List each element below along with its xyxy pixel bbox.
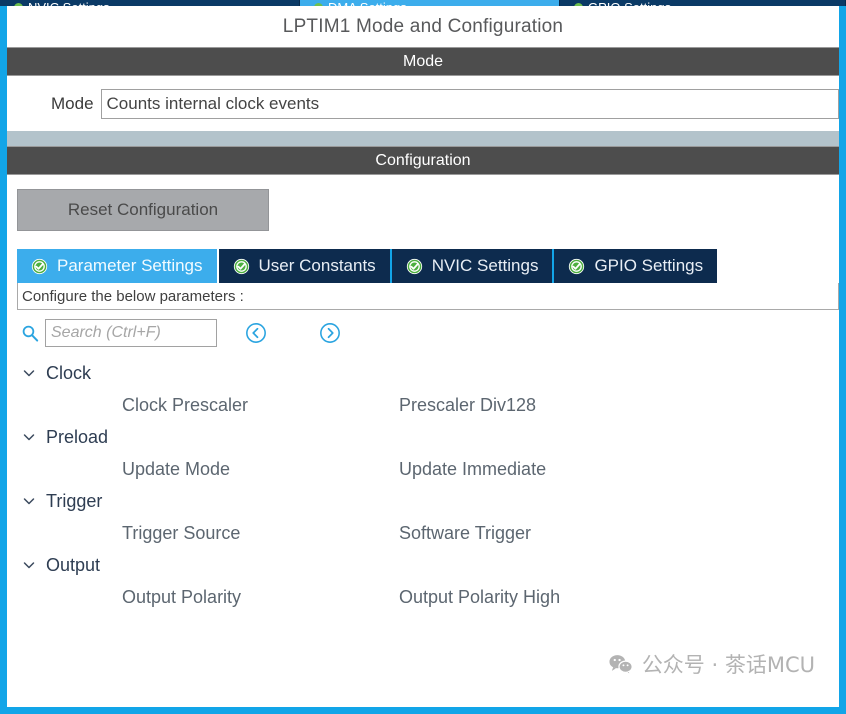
tab-label: Parameter Settings bbox=[57, 256, 203, 275]
parameter-value[interactable]: Software Trigger bbox=[399, 523, 839, 544]
watermark: 公众号 · 茶话MCU bbox=[608, 649, 815, 679]
mode-field-label: Mode bbox=[51, 94, 94, 113]
configuration-section-header: Configuration bbox=[7, 146, 839, 175]
mode-select[interactable]: Counts internal clock events bbox=[100, 89, 839, 119]
parameter-value[interactable]: Output Polarity High bbox=[399, 587, 839, 608]
tree-group-label: Preload bbox=[46, 426, 109, 447]
green-check-icon bbox=[233, 258, 249, 274]
section-divider-band bbox=[7, 131, 839, 146]
chevron-down-icon[interactable] bbox=[21, 557, 37, 573]
green-check-icon bbox=[31, 258, 48, 274]
search-icon[interactable] bbox=[21, 324, 39, 342]
tree-group-clock[interactable]: Clock bbox=[21, 357, 839, 389]
parameter-name: Output Polarity bbox=[122, 586, 242, 607]
mode-row: Mode Counts internal clock events bbox=[7, 89, 839, 119]
parameter-search-row bbox=[7, 310, 839, 353]
mode-section-header: Mode bbox=[7, 47, 839, 76]
search-input[interactable] bbox=[45, 319, 217, 347]
configuration-tabs: Parameter Settings User Constants NVIC S… bbox=[17, 249, 839, 283]
tab-nvic-settings[interactable]: NVIC Settings bbox=[391, 249, 555, 283]
chevron-down-icon[interactable] bbox=[21, 365, 37, 381]
tree-group-label: Trigger bbox=[46, 490, 103, 511]
chevron-down-icon[interactable] bbox=[21, 493, 37, 509]
table-row[interactable]: Clock Prescaler Prescaler Div128 bbox=[21, 389, 839, 421]
mode-section-body: Mode Counts internal clock events bbox=[7, 76, 839, 131]
table-row[interactable]: Update Mode Update Immediate bbox=[21, 453, 839, 485]
tab-label: User Constants bbox=[258, 256, 376, 275]
previous-match-icon[interactable] bbox=[245, 322, 267, 344]
parameter-name: Clock Prescaler bbox=[122, 394, 249, 415]
reset-configuration-button[interactable]: Reset Configuration bbox=[17, 189, 269, 231]
parameter-name: Trigger Source bbox=[122, 522, 241, 543]
tab-parameter-settings[interactable]: Parameter Settings bbox=[17, 249, 219, 283]
tab-label: NVIC Settings bbox=[431, 256, 539, 275]
next-match-icon[interactable] bbox=[319, 322, 341, 344]
dialog-title: LPTIM1 Mode and Configuration bbox=[7, 6, 839, 47]
tab-label: GPIO Settings bbox=[594, 256, 704, 275]
parameter-tree: Clock Clock Prescaler Prescaler Div128 P… bbox=[7, 353, 839, 707]
tab-user-constants[interactable]: User Constants bbox=[218, 249, 392, 283]
parameter-value[interactable]: Update Immediate bbox=[399, 459, 839, 480]
tab-gpio-settings[interactable]: GPIO Settings bbox=[554, 249, 718, 283]
wechat-icon bbox=[609, 655, 633, 675]
tree-group-label: Output bbox=[46, 554, 101, 575]
watermark-text: 公众号 · 茶话MCU bbox=[641, 653, 815, 677]
tree-group-label: Clock bbox=[46, 362, 92, 383]
table-row[interactable]: Output Polarity Output Polarity High bbox=[21, 581, 839, 613]
parameters-note: Configure the below parameters : bbox=[17, 283, 839, 310]
table-row[interactable]: Trigger Source Software Trigger bbox=[21, 517, 839, 549]
lptim1-configuration-dialog: LPTIM1 Mode and Configuration Mode Mode … bbox=[0, 6, 846, 714]
parameter-value[interactable]: Prescaler Div128 bbox=[399, 395, 839, 416]
tree-group-trigger[interactable]: Trigger bbox=[21, 485, 839, 517]
tree-group-output[interactable]: Output bbox=[21, 549, 839, 581]
parameter-name: Update Mode bbox=[122, 458, 231, 479]
green-check-icon bbox=[406, 258, 422, 274]
chevron-down-icon[interactable] bbox=[21, 429, 37, 445]
tree-group-preload[interactable]: Preload bbox=[21, 421, 839, 453]
green-check-icon bbox=[569, 258, 585, 274]
configuration-section-body: Reset Configuration bbox=[7, 175, 839, 231]
